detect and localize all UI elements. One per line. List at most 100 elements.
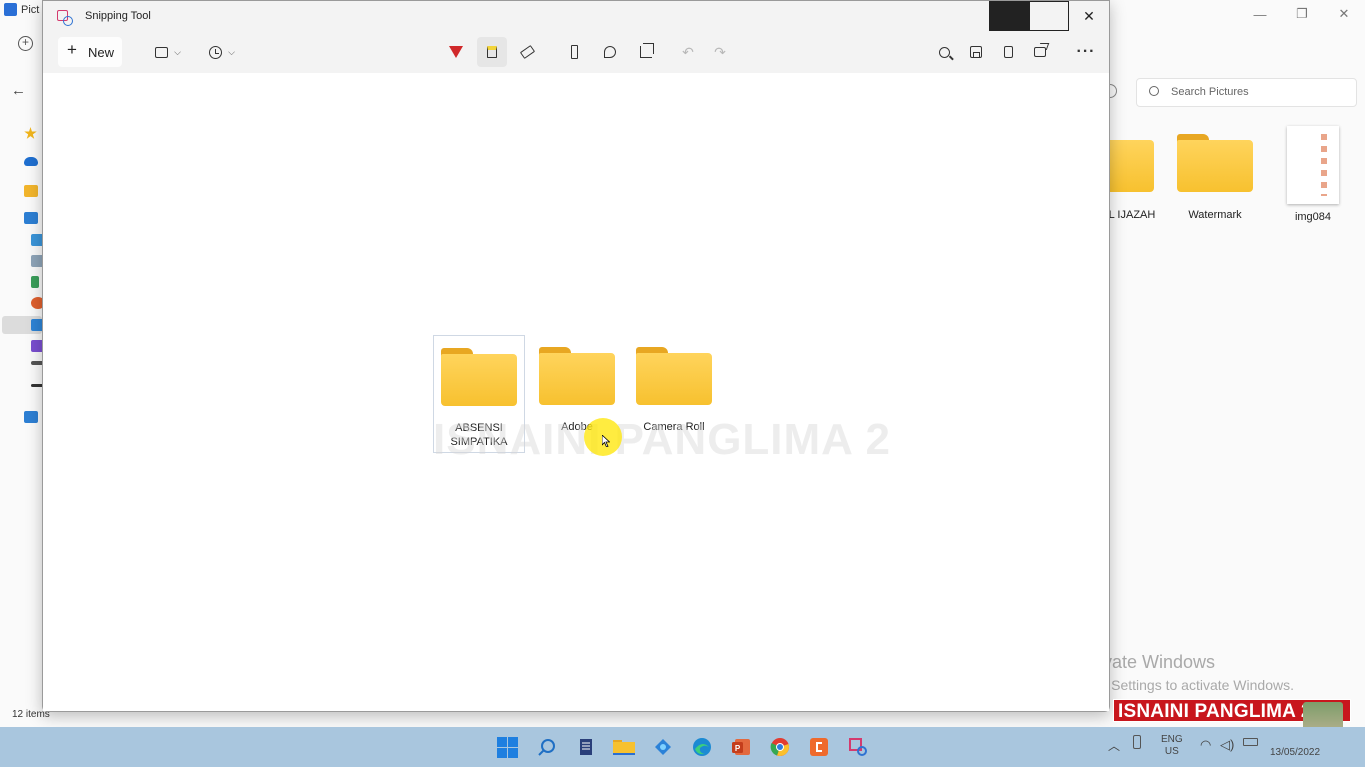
chrome-taskbar-button[interactable] (768, 735, 792, 759)
maximize-button[interactable] (1029, 1, 1069, 31)
recorder-app-icon (810, 738, 828, 756)
edge-browser-icon (693, 738, 711, 756)
clock-icon (209, 45, 223, 59)
windows-logo-icon (496, 736, 518, 758)
new-snip-button[interactable]: + New (58, 37, 122, 67)
usb-drive-icon[interactable] (1133, 735, 1141, 749)
file-explorer-taskbar-button[interactable] (612, 735, 636, 759)
chrome-browser-icon (770, 738, 790, 757)
explorer-minimize-button[interactable]: — (1239, 0, 1281, 28)
window-title: Snipping Tool (85, 10, 151, 22)
redo-button[interactable]: ↷ (707, 37, 733, 67)
explorer-title-text: Pict (21, 3, 40, 16)
notepad-icon (580, 739, 592, 755)
minimize-icon (989, 1, 1029, 31)
channel-watermark: ISNAINI PANGLIMA 2 (433, 415, 892, 464)
rectangle-mode-icon (155, 46, 169, 58)
item-label: Watermark (1188, 209, 1242, 221)
save-icon (970, 46, 982, 58)
highlighter-icon (487, 46, 497, 58)
volume-icon[interactable]: ◁) (1220, 737, 1234, 753)
item-label: img084 (1294, 211, 1332, 223)
battery-icon[interactable] (1243, 738, 1258, 746)
start-button[interactable] (495, 735, 519, 759)
downloads-icon[interactable] (31, 276, 39, 288)
snipping-tool-icon (849, 738, 867, 756)
new-label: New (88, 45, 115, 60)
this-pc-icon[interactable] (24, 212, 38, 224)
task-view-button[interactable] (574, 735, 598, 759)
snip-canvas[interactable]: ABSENSI SIMPATIKA Adobe Camera Roll ISNA… (43, 73, 1109, 711)
taskbar: P ︿ ENG US ◠ ◁) 13/05/2022 (0, 727, 1365, 767)
undo-icon: ↶ (682, 43, 694, 60)
delay-dropdown[interactable]: ⌵ (203, 37, 241, 67)
zoom-icon (938, 46, 950, 58)
new-tab-icon[interactable]: + (18, 36, 33, 51)
folder-icon (636, 347, 712, 405)
copy-button[interactable] (995, 37, 1021, 67)
touch-writing-icon (604, 46, 616, 58)
ruler-button[interactable] (561, 37, 587, 67)
chevron-down-icon: ⌵ (228, 46, 235, 57)
taskbar-date[interactable]: 13/05/2022 (1270, 747, 1320, 758)
back-arrow-icon[interactable]: ← (11, 82, 26, 99)
language-indicator[interactable]: ENG US (1161, 734, 1183, 758)
highlighter-button[interactable] (477, 37, 507, 67)
ruler-icon (570, 45, 578, 59)
network-icon[interactable] (24, 411, 38, 423)
region-code: US (1164, 746, 1179, 757)
redo-icon: ↷ (714, 43, 726, 60)
list-item[interactable]: Watermark (1170, 134, 1260, 221)
plus-icon: + (67, 40, 77, 59)
close-icon: ✕ (1083, 7, 1095, 24)
minimize-button[interactable] (989, 1, 1029, 31)
onedrive-cloud-icon[interactable] (24, 157, 38, 166)
crop-icon (640, 43, 654, 58)
mouse-cursor-icon (602, 435, 610, 447)
edge-taskbar-button[interactable] (690, 735, 714, 759)
search-taskbar-button[interactable] (535, 735, 559, 759)
screen-recorder-taskbar-button[interactable] (807, 735, 831, 759)
app-icon (655, 739, 671, 755)
folder-icon[interactable] (24, 185, 38, 197)
powerpoint-icon: P (732, 739, 750, 755)
search-placeholder: Search Pictures (1171, 86, 1249, 98)
list-item[interactable]: L IJAZAH (1108, 134, 1156, 221)
language-code: ENG (1161, 734, 1183, 745)
star-icon[interactable] (24, 127, 37, 139)
explorer-close-button[interactable]: ✕ (1323, 0, 1365, 28)
chevron-down-icon: ⌵ (174, 46, 181, 57)
ballpoint-pen-button[interactable] (443, 37, 469, 67)
more-options-button[interactable]: ··· (1073, 37, 1099, 67)
more-icon: ··· (1076, 43, 1096, 60)
explorer-maximize-button[interactable]: ❐ (1281, 0, 1323, 28)
crop-button[interactable] (633, 37, 659, 67)
search-icon (538, 739, 555, 756)
snipping-tool-taskbar-button[interactable] (846, 735, 870, 759)
save-button[interactable] (963, 37, 989, 67)
list-item[interactable]: img084 (1283, 126, 1343, 223)
close-button[interactable]: ✕ (1069, 1, 1109, 31)
explorer-window-controls: — ❐ ✕ (1239, 0, 1365, 28)
share-button[interactable] (1027, 37, 1053, 67)
copy-icon (1003, 46, 1013, 58)
show-hidden-icons-chevron-icon[interactable]: ︿ (1108, 737, 1120, 754)
pen-icon (449, 46, 463, 58)
snipping-tool-logo-icon (57, 10, 73, 26)
eraser-button[interactable] (514, 37, 540, 67)
touch-writing-button[interactable] (597, 37, 623, 67)
svg-text:P: P (735, 744, 741, 753)
wifi-icon[interactable]: ◠ (1200, 737, 1211, 753)
snipping-tool-window: Snipping Tool ✕ + New ⌵ ⌵ ↶ ↷ ··· ABSENS… (42, 0, 1110, 712)
zoom-button[interactable] (931, 37, 957, 67)
snip-toolbar: + New ⌵ ⌵ ↶ ↷ ··· (43, 31, 1109, 73)
powerpoint-taskbar-button[interactable]: P (729, 735, 753, 759)
maximize-icon (1029, 1, 1069, 31)
search-input[interactable]: Search Pictures (1136, 78, 1357, 107)
folder-icon (1108, 134, 1154, 192)
pictures-app-icon (4, 3, 17, 16)
snip-mode-dropdown[interactable]: ⌵ (149, 37, 187, 67)
app-taskbar-button[interactable] (651, 735, 675, 759)
item-label: L IJAZAH (1108, 209, 1156, 221)
undo-button[interactable]: ↶ (675, 37, 701, 67)
